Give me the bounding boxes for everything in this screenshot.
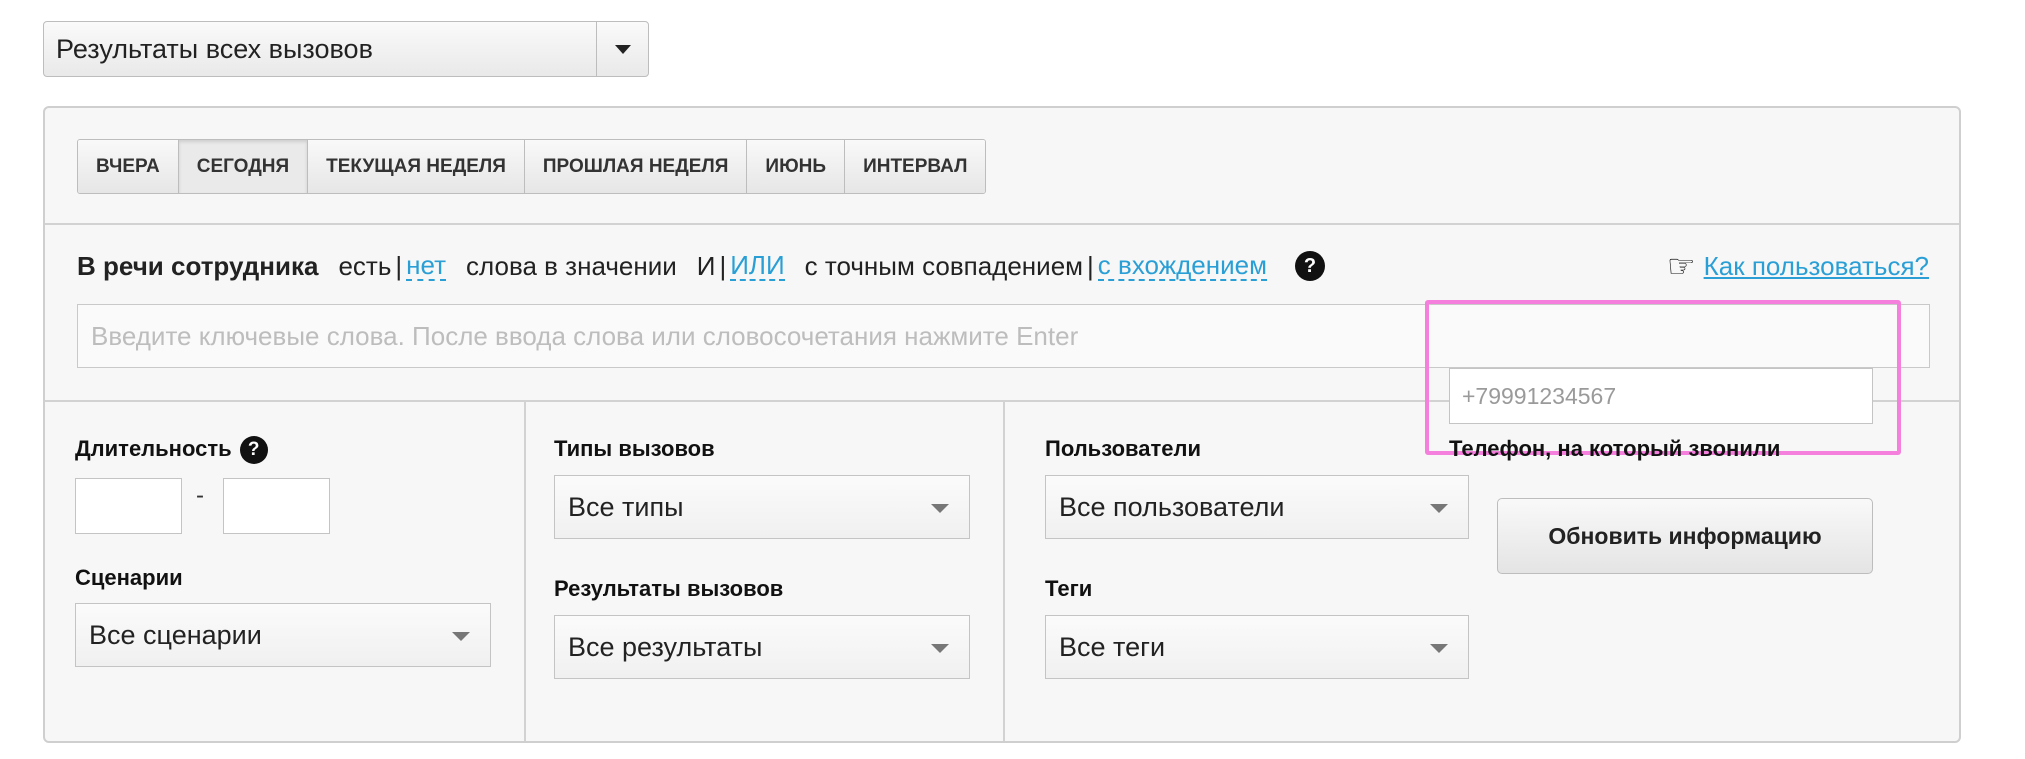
column-divider [1003,401,1005,741]
call-results-select[interactable]: Все результаты [554,615,970,679]
period-tabs: ВЧЕРА СЕГОДНЯ ТЕКУЩАЯ НЕДЕЛЯ ПРОШЛАЯ НЕД… [77,139,987,194]
users-select[interactable]: Все пользователи [1045,475,1469,539]
help-icon[interactable]: ? [1294,251,1325,281]
caret-down-icon [931,644,949,653]
call-types-select[interactable]: Все типы [554,475,970,539]
tab-last-week[interactable]: ПРОШЛАЯ НЕДЕЛЯ [524,140,748,193]
speech-filter-row: В речи сотрудника есть | нет слова в зна… [77,244,1929,288]
tab-interval[interactable]: ИНТЕРВАЛ [845,140,986,193]
tab-current-week[interactable]: ТЕКУЩАЯ НЕДЕЛЯ [308,140,525,193]
words-label: слова в значении [466,250,677,281]
users-label: Пользователи [1045,436,1202,461]
help-icon[interactable]: ? [239,436,268,465]
tags-label: Теги [1045,576,1093,601]
option-exact-match[interactable]: с точным совпадением [805,251,1083,282]
tags-select-value: Все теги [1059,631,1166,662]
scenarios-select[interactable]: Все сценарии [75,603,491,667]
phone-label: Телефон, на который звонили [1449,436,1781,461]
caret-down-icon [931,504,949,513]
caret-down-icon [1430,504,1448,513]
caret-down-icon [1430,644,1448,653]
caret-down-icon [614,44,631,54]
option-partial-match[interactable]: с вхождением [1097,251,1267,282]
separator: | [719,250,727,281]
call-results-select-value: Все результаты [568,631,763,662]
call-results-label: Результаты вызовов [554,576,784,601]
duration-from-input[interactable] [75,478,182,534]
duration-to-input[interactable] [223,478,330,534]
speech-filter-title: В речи сотрудника [77,250,319,281]
how-to-use-link[interactable]: ☞ Как пользоваться? [1667,247,1929,285]
option-and[interactable]: И [697,251,716,282]
tags-select[interactable]: Все теги [1045,615,1469,679]
how-to-use-text: Как пользоваться? [1703,250,1929,281]
results-select-value: Результаты всех вызовов [56,33,373,64]
column-divider [524,401,526,741]
option-or[interactable]: ИЛИ [730,251,785,282]
scenarios-label: Сценарии [75,565,183,590]
pointing-hand-icon: ☞ [1666,248,1696,284]
call-types-label: Типы вызовов [554,436,715,461]
refresh-button[interactable]: Обновить информацию [1497,498,1873,574]
separator: | [395,250,403,281]
divider [45,223,1959,225]
results-select-toggle[interactable] [596,22,648,76]
call-types-select-value: Все типы [568,491,684,522]
duration-label-text: Длительность [75,436,232,461]
duration-label: Длительность? [75,436,268,465]
option-has[interactable]: есть [338,251,391,282]
tab-today[interactable]: СЕГОДНЯ [178,140,309,193]
users-select-value: Все пользователи [1059,491,1285,522]
scenarios-select-value: Все сценарии [89,619,262,650]
tab-yesterday[interactable]: ВЧЕРА [78,140,179,193]
phone-input[interactable] [1449,368,1873,424]
option-not[interactable]: нет [406,251,447,282]
range-dash: - [196,482,204,509]
caret-down-icon [452,632,470,641]
tab-june[interactable]: ИЮНЬ [747,140,846,193]
results-select[interactable]: Результаты всех вызовов [43,21,649,77]
separator: | [1087,250,1094,281]
